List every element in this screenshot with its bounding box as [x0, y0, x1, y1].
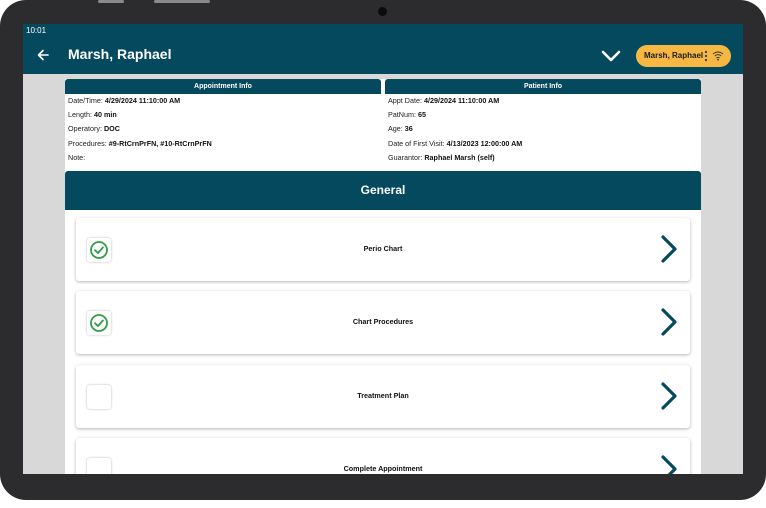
info-row: Note:	[65, 151, 381, 165]
chevron-right-icon[interactable]	[658, 307, 680, 337]
info-value: DOC	[103, 124, 120, 134]
info-label: Date/Time:	[68, 96, 103, 105]
app-bar: Marsh, Raphael Marsh, Raphael	[23, 38, 743, 74]
chevron-down-icon[interactable]	[600, 47, 622, 65]
info-value: Raphael Marsh (self)	[424, 152, 495, 162]
checklist-item-complete-appointment[interactable]: Complete Appointment	[76, 438, 690, 474]
info-value: #9-RtCrnPrFN, #10-RtCrnPrFN	[108, 138, 212, 148]
info-value: 4/13/2023 12:00:00 AM	[446, 138, 523, 148]
general-section-header: General	[65, 171, 701, 210]
info-label: Procedures:	[68, 138, 107, 148]
app-screen: 10:01 Marsh, Raphael Marsh, Raphael Appo…	[23, 24, 743, 474]
status-bar: 10:01	[23, 24, 743, 38]
info-label: Age:	[388, 124, 403, 134]
patient-info-header: Patient Info	[385, 79, 701, 94]
patient-selector-button[interactable]: Marsh, Raphael	[636, 45, 731, 67]
chevron-right-icon[interactable]	[658, 234, 680, 264]
info-value: 40 min	[93, 110, 117, 120]
info-row: Procedures: #9-RtCrnPrFN, #10-RtCrnPrFN	[65, 137, 381, 151]
info-row: PatNum: 65	[385, 108, 701, 122]
appointment-info-header: Appointment Info	[65, 79, 381, 94]
info-value: 65	[417, 110, 426, 120]
info-label: Date of First Visit:	[388, 138, 445, 148]
chevron-right-icon[interactable]	[658, 454, 680, 474]
more-vert-icon	[704, 50, 708, 62]
info-row: Appt Date: 4/29/2024 11:10:00 AM	[385, 94, 701, 108]
status-time: 10:01	[26, 26, 47, 35]
checklist-item-label: Chart Procedures	[352, 317, 414, 326]
camera-icon	[378, 7, 387, 16]
checklist-item-treatment-plan[interactable]: Treatment Plan	[76, 365, 690, 428]
checklist-item-label: Treatment Plan	[357, 391, 409, 400]
info-row: Age: 36	[385, 122, 701, 136]
appointment-info-panel: Appointment Info Date/Time: 4/29/2024 11…	[65, 79, 381, 168]
back-arrow-icon[interactable]	[33, 44, 55, 66]
info-label: PatNum:	[388, 110, 416, 120]
info-row: Operatory: DOC	[65, 122, 381, 136]
info-label: Operatory:	[68, 124, 102, 134]
patient-info-panel: Patient Info Appt Date: 4/29/2024 11:10:…	[385, 79, 701, 168]
info-row: Date of First Visit: 4/13/2023 12:00:00 …	[385, 137, 701, 151]
info-row: Guarantor: Raphael Marsh (self)	[385, 151, 701, 165]
info-label: Appt Date:	[388, 96, 422, 105]
info-row: Length: 40 min	[65, 108, 381, 122]
checklist-item-label: Complete Appointment	[343, 464, 423, 473]
checklist-item-label: Perio Chart	[363, 244, 403, 253]
volume-button	[98, 0, 124, 3]
info-label: Guarantor:	[388, 152, 423, 162]
tablet-frame: 10:01 Marsh, Raphael Marsh, Raphael Appo…	[0, 0, 766, 500]
page-title: Marsh, Raphael	[68, 46, 172, 62]
patient-pill-label: Marsh, Raphael	[644, 51, 704, 60]
info-label: Note:	[68, 152, 86, 162]
chevron-right-icon[interactable]	[658, 381, 680, 411]
info-value: 4/29/2024 11:10:00 AM	[104, 96, 181, 105]
checklist-item-chart-procedures[interactable]: Chart Procedures	[76, 291, 690, 354]
info-value: 4/29/2024 11:10:00 AM	[423, 96, 500, 105]
wifi-icon	[712, 51, 724, 61]
info-value: 36	[404, 124, 413, 134]
main-content: Appointment Info Date/Time: 4/29/2024 11…	[65, 79, 701, 474]
power-button	[154, 0, 210, 3]
checklist-item-perio-chart[interactable]: Perio Chart	[76, 218, 690, 281]
info-label: Length:	[68, 110, 92, 120]
info-row: Date/Time: 4/29/2024 11:10:00 AM	[65, 94, 381, 108]
